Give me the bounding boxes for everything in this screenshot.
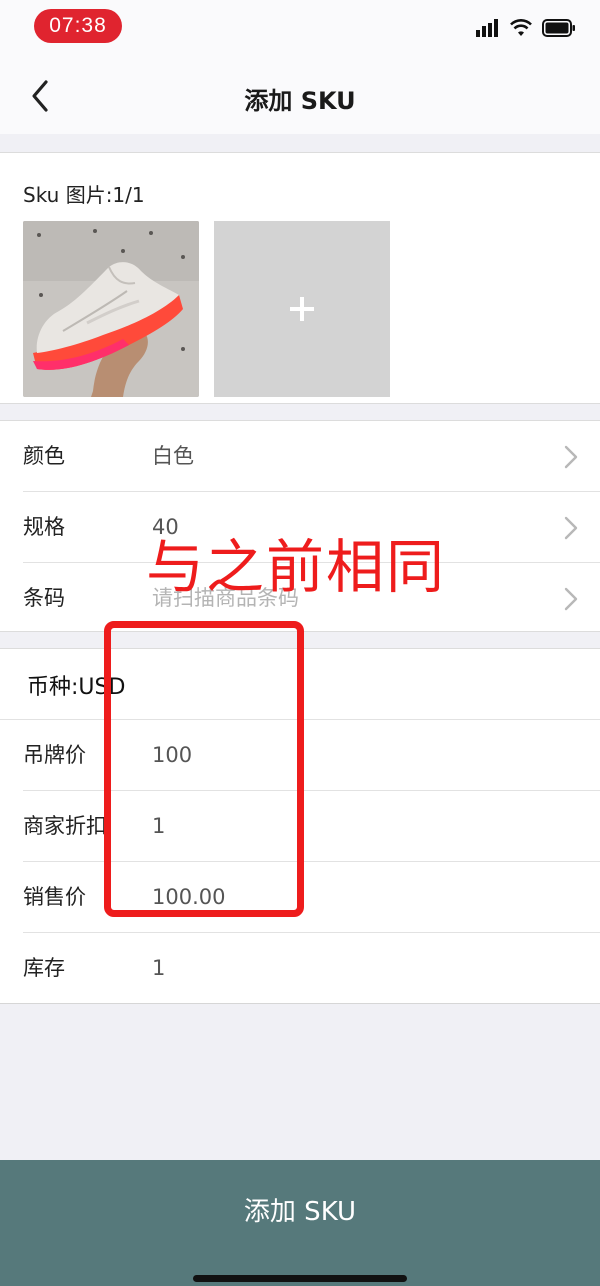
nav-bar: 添加 SKU (0, 52, 600, 134)
wifi-icon (510, 19, 532, 36)
sku-image-label: Sku 图片:1/1 (23, 183, 145, 207)
attribute-label: 条码 (23, 586, 65, 610)
sneaker-photo (23, 221, 199, 397)
signal-icon (476, 19, 498, 37)
status-icons (476, 18, 576, 38)
status-time: 07:38 (34, 9, 122, 43)
home-indicator (193, 1275, 407, 1282)
attribute-label: 颜色 (23, 444, 65, 468)
attribute-row-color[interactable]: 颜色 白色 (0, 421, 600, 492)
add-image-button[interactable] (214, 221, 390, 397)
plus-icon (290, 297, 314, 321)
sku-image-thumbnail[interactable] (23, 221, 199, 397)
chevron-right-icon (564, 587, 578, 611)
chevron-left-icon (32, 80, 48, 112)
price-label: 库存 (23, 956, 65, 980)
annotation-text: 与之前相同 (146, 533, 447, 601)
chevron-right-icon (564, 516, 578, 540)
stock-value[interactable]: 1 (152, 933, 165, 1004)
price-label: 销售价 (23, 885, 86, 909)
price-label: 吊牌价 (23, 743, 86, 767)
price-label: 商家折扣 (23, 814, 107, 838)
attribute-value: 白色 (152, 444, 194, 468)
back-button[interactable] (22, 72, 62, 116)
status-bar: 07:38 (0, 0, 600, 52)
page-title: 添加 SKU (244, 87, 356, 115)
battery-icon (542, 19, 575, 37)
sku-image-section: Sku 图片:1/1 (0, 152, 600, 404)
add-sku-button-label: 添加 SKU (243, 1197, 357, 1227)
price-row-stock[interactable]: 库存 1 (0, 933, 600, 1004)
chevron-right-icon (564, 445, 578, 469)
add-sku-button[interactable]: 添加 SKU (0, 1160, 600, 1286)
attribute-label: 规格 (23, 515, 65, 539)
annotation-highlight-box (104, 621, 304, 917)
